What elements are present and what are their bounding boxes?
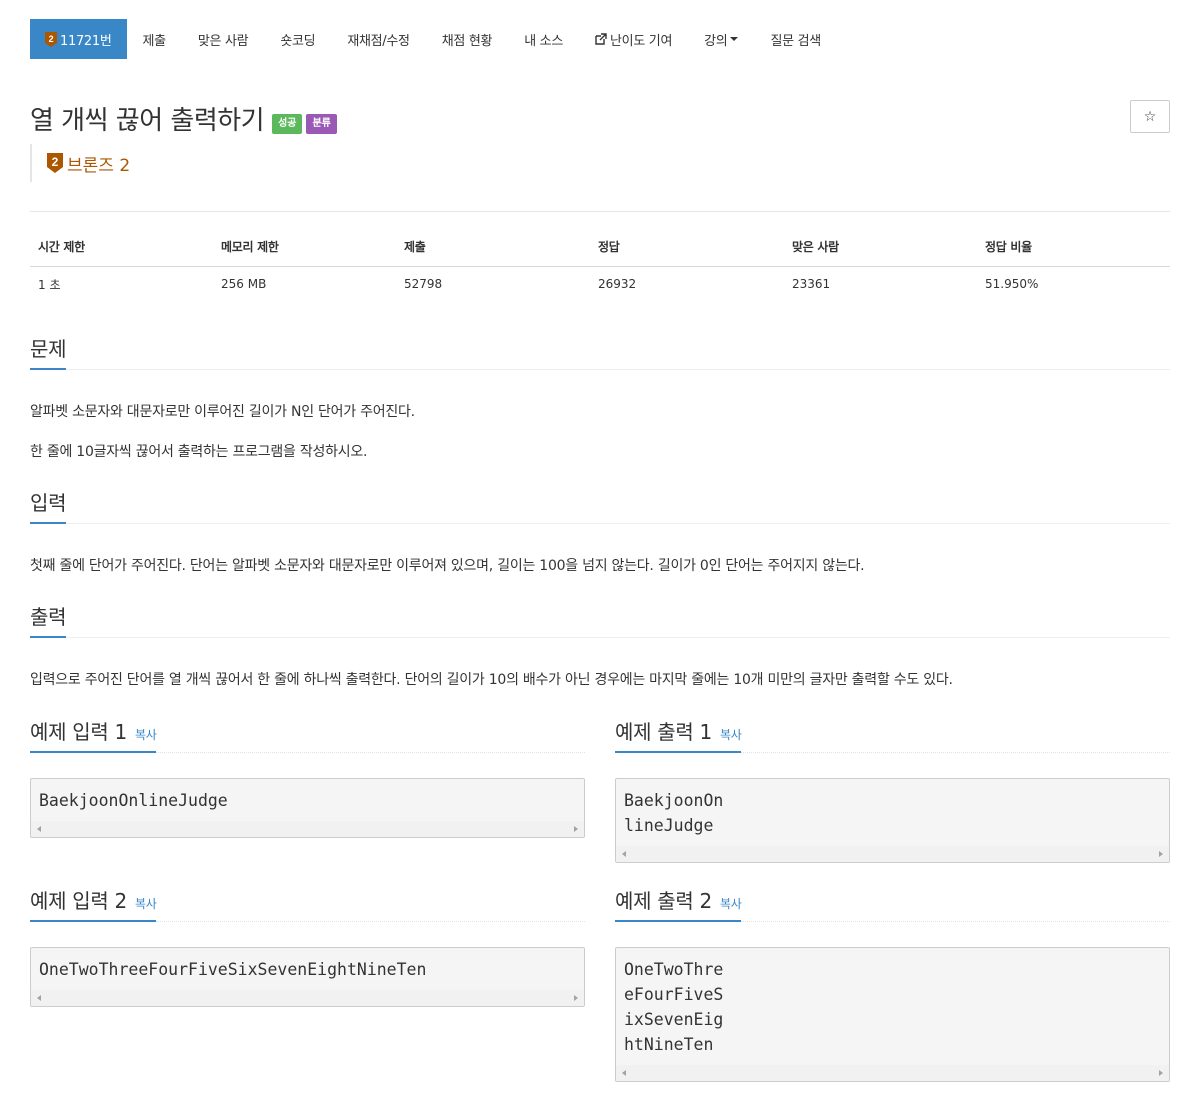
copy-button[interactable]: 복사 xyxy=(720,897,742,911)
nav-difficulty-contribution-label: 난이도 기여 xyxy=(610,33,673,49)
problem-tier: 2 브론즈 2 xyxy=(30,144,130,182)
nav-difficulty-contribution[interactable]: 난이도 기여 xyxy=(579,19,688,59)
input-description: 첫째 줄에 단어가 주어진다. 단어는 알파벳 소문자와 대문자로만 이루어져 … xyxy=(30,558,865,574)
scroll-right-icon[interactable] xyxy=(574,995,578,1001)
nav-my-source-label: 내 소스 xyxy=(524,33,563,49)
copy-button[interactable]: 복사 xyxy=(135,728,157,742)
sample-input-2-box[interactable]: OneTwoThreeFourFiveSixSevenEightNineTen xyxy=(30,947,585,1007)
scroll-left-icon[interactable] xyxy=(37,995,41,1001)
sample-output-2-content: OneTwoThre eFourFiveS ixSevenEig htNineT… xyxy=(624,960,724,1054)
input-heading: 입력 xyxy=(30,487,67,524)
star-icon: ☆ xyxy=(1143,108,1157,125)
sample-output-1-box[interactable]: BaekjoonOn lineJudge xyxy=(615,778,1170,863)
nav-short-coding-label: 숏코딩 xyxy=(280,33,316,49)
svg-text:2: 2 xyxy=(49,34,54,44)
sample-input-2-content: OneTwoThreeFourFiveSixSevenEightNineTen xyxy=(39,960,427,979)
nav-status[interactable]: 채점 현황 xyxy=(426,19,508,59)
description-section-heading: 문제 xyxy=(30,333,1170,370)
output-description: 입력으로 주어진 단어를 열 개씩 끊어서 한 줄에 하나씩 출력한다. 단어의… xyxy=(30,672,953,688)
scroll-right-icon[interactable] xyxy=(574,826,578,832)
table-cell: 26932 xyxy=(598,277,637,292)
nav-question-search[interactable]: 질문 검색 xyxy=(754,19,836,59)
sample-output-1-heading: 예제 출력 1 복사 xyxy=(615,716,1170,753)
problem-info-table: 시간 제한 메모리 제한 제출 정답 맞은 사람 정답 비율 1 초 256 M… xyxy=(30,228,1170,302)
table-header: 정답 xyxy=(590,228,784,267)
favorite-star-button[interactable]: ☆ xyxy=(1130,100,1170,133)
table-header: 맞은 사람 xyxy=(784,228,977,267)
nav-submit[interactable]: 제출 xyxy=(127,19,182,59)
bronze-tier-icon: 2 xyxy=(47,153,63,173)
nav-problem-number[interactable]: 2 11721번 xyxy=(30,19,127,59)
nav-question-search-label: 질문 검색 xyxy=(770,33,821,49)
nav-problem-number-label: 11721번 xyxy=(60,33,112,49)
sample-input-1-title: 예제 입력 1 복사 xyxy=(30,716,157,753)
copy-button[interactable]: 복사 xyxy=(720,728,742,742)
divider xyxy=(30,211,1170,212)
sample-input-2-heading: 예제 입력 2 복사 xyxy=(30,885,585,922)
table-header: 시간 제한 xyxy=(30,228,213,267)
scroll-left-icon[interactable] xyxy=(37,826,41,832)
classification-badge[interactable]: 분류 xyxy=(306,113,337,134)
description-heading: 문제 xyxy=(30,333,67,370)
horizontal-scrollbar[interactable] xyxy=(616,846,1169,862)
svg-text:2: 2 xyxy=(52,155,59,169)
scroll-left-icon[interactable] xyxy=(622,1070,626,1076)
horizontal-scrollbar[interactable] xyxy=(31,990,584,1006)
description-paragraph: 알파벳 소문자와 대문자로만 이루어진 길이가 N인 단어가 주어진다. xyxy=(30,404,415,420)
table-cell: 23361 xyxy=(792,277,831,292)
table-header: 제출 xyxy=(396,228,590,267)
copy-button[interactable]: 복사 xyxy=(135,897,157,911)
sample-output-2-heading: 예제 출력 2 복사 xyxy=(615,885,1170,922)
nav-accepted-users-label: 맞은 사람 xyxy=(197,33,249,49)
sample-output-2-box[interactable]: OneTwoThre eFourFiveS ixSevenEig htNineT… xyxy=(615,947,1170,1082)
nav-rejudge[interactable]: 재채점/수정 xyxy=(331,19,425,59)
success-badge: 성공 xyxy=(272,113,303,134)
nav-lectures-label: 강의 xyxy=(704,33,728,49)
scroll-right-icon[interactable] xyxy=(1159,851,1163,857)
tier-label: 브론즈 2 xyxy=(67,155,131,176)
nav-submit-label: 제출 xyxy=(142,33,167,49)
table-header-row: 시간 제한 메모리 제한 제출 정답 맞은 사람 정답 비율 xyxy=(30,228,1170,267)
output-heading: 출력 xyxy=(30,601,67,638)
scroll-left-icon[interactable] xyxy=(622,851,626,857)
external-link-icon xyxy=(595,33,607,45)
table-header: 정답 비율 xyxy=(977,228,1170,267)
problem-title-row: 열 개씩 끊어 출력하기 성공 분류 xyxy=(30,100,337,137)
sample-input-2-title-text: 예제 입력 2 xyxy=(30,889,127,913)
horizontal-scrollbar[interactable] xyxy=(31,821,584,837)
sample-input-1-heading: 예제 입력 1 복사 xyxy=(30,716,585,753)
table-cell: 52798 xyxy=(404,277,443,292)
problem-nav: 2 11721번 제출 맞은 사람 숏코딩 재채점/수정 채점 현황 내 소스 … xyxy=(30,19,837,59)
table-header: 메모리 제한 xyxy=(213,228,396,267)
nav-status-label: 채점 현황 xyxy=(441,33,493,49)
sample-output-1-content: BaekjoonOn lineJudge xyxy=(624,791,724,835)
sample-output-1-title-text: 예제 출력 1 xyxy=(615,720,712,744)
bronze-tier-icon: 2 xyxy=(45,31,57,47)
output-section-heading: 출력 xyxy=(30,601,1170,638)
sample-output-1-title: 예제 출력 1 복사 xyxy=(615,716,742,753)
horizontal-scrollbar[interactable] xyxy=(616,1065,1169,1081)
sample-input-1-content: BaekjoonOnlineJudge xyxy=(39,791,228,810)
table-cell: 1 초 xyxy=(38,277,61,292)
sample-output-2-title: 예제 출력 2 복사 xyxy=(615,885,742,922)
sample-input-1-box[interactable]: BaekjoonOnlineJudge xyxy=(30,778,585,838)
nav-lectures-dropdown[interactable]: 강의 xyxy=(688,19,754,59)
nav-short-coding[interactable]: 숏코딩 xyxy=(264,19,331,59)
sample-input-2-title: 예제 입력 2 복사 xyxy=(30,885,157,922)
table-cell: 256 MB xyxy=(221,277,267,292)
nav-my-source[interactable]: 내 소스 xyxy=(508,19,579,59)
table-row: 1 초 256 MB 52798 26932 23361 51.950% xyxy=(30,266,1170,302)
sample-input-1-title-text: 예제 입력 1 xyxy=(30,720,127,744)
scroll-right-icon[interactable] xyxy=(1159,1070,1163,1076)
table-cell: 51.950% xyxy=(985,277,1039,292)
nav-accepted-users[interactable]: 맞은 사람 xyxy=(182,19,264,59)
input-section-heading: 입력 xyxy=(30,487,1170,524)
page-title: 열 개씩 끊어 출력하기 xyxy=(30,106,265,136)
nav-rejudge-label: 재채점/수정 xyxy=(347,33,410,49)
sample-output-2-title-text: 예제 출력 2 xyxy=(615,889,712,913)
caret-down-icon xyxy=(730,37,739,41)
description-paragraph: 한 줄에 10글자씩 끊어서 출력하는 프로그램을 작성하시오. xyxy=(30,444,368,460)
